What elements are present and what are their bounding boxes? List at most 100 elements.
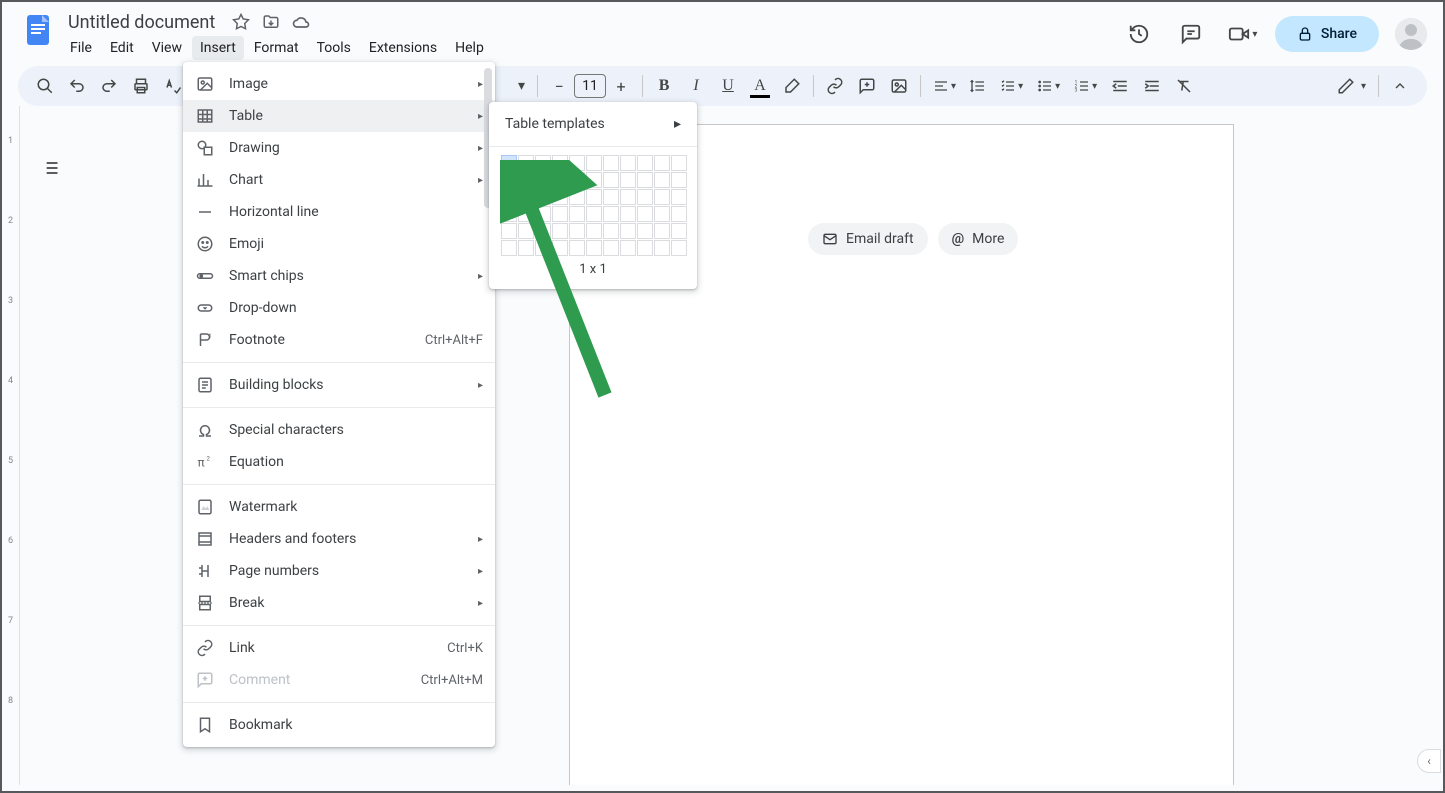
insert-special-characters[interactable]: Special characters [183,414,495,446]
grid-cell[interactable] [569,172,585,188]
grid-cell[interactable] [586,240,602,256]
grid-cell[interactable] [586,172,602,188]
grid-cell[interactable] [518,172,534,188]
numbered-list-button[interactable]: 123▾ [1068,71,1103,101]
add-comment-icon[interactable] [852,71,882,101]
grid-cell[interactable] [671,189,687,205]
text-color-button[interactable]: A [745,71,775,101]
insert-link-icon[interactable] [820,71,850,101]
grid-cell[interactable] [620,223,636,239]
line-spacing-button[interactable] [964,71,992,101]
star-icon[interactable] [231,12,251,32]
table-templates-item[interactable]: Table templates ▸ [489,108,697,140]
decrease-indent-icon[interactable] [1105,71,1135,101]
history-icon[interactable] [1119,14,1159,54]
grid-cell[interactable] [552,155,568,171]
grid-cell[interactable] [535,240,551,256]
grid-cell[interactable] [654,206,670,222]
grid-cell[interactable] [501,189,517,205]
grid-cell[interactable] [671,172,687,188]
chip-more[interactable]: @More [938,223,1019,255]
side-panel-toggle[interactable]: ‹ [1417,749,1441,773]
menu-format[interactable]: Format [246,36,307,60]
insert-equation[interactable]: π2Equation [183,446,495,478]
menu-file[interactable]: File [62,36,100,60]
insert-drawing[interactable]: Drawing▸ [183,132,495,164]
grid-cell[interactable] [654,155,670,171]
grid-cell[interactable] [535,206,551,222]
grid-cell[interactable] [620,155,636,171]
search-menus-icon[interactable] [30,71,60,101]
bulleted-list-button[interactable]: ▾ [1031,71,1066,101]
decrease-font-size[interactable]: − [544,71,574,101]
grid-cell[interactable] [671,155,687,171]
redo-icon[interactable] [94,71,124,101]
grid-cell[interactable] [586,155,602,171]
grid-cell[interactable] [637,155,653,171]
grid-cell[interactable] [518,155,534,171]
menu-tools[interactable]: Tools [309,36,359,60]
grid-cell[interactable] [603,155,619,171]
insert-watermark[interactable]: Watermark [183,491,495,523]
undo-icon[interactable] [62,71,92,101]
insert-link[interactable]: LinkCtrl+K [183,632,495,664]
grid-cell[interactable] [569,189,585,205]
grid-cell[interactable] [603,172,619,188]
menu-help[interactable]: Help [447,36,492,60]
grid-cell[interactable] [586,189,602,205]
grid-cell[interactable] [552,189,568,205]
grid-cell[interactable] [569,240,585,256]
insert-image[interactable]: Image▸ [183,68,495,100]
grid-cell[interactable] [637,172,653,188]
grid-cell[interactable] [518,223,534,239]
menu-edit[interactable]: Edit [102,36,142,60]
editing-mode-button[interactable]: ▾ [1331,71,1372,101]
user-avatar[interactable] [1395,18,1427,50]
grid-cell[interactable] [603,223,619,239]
grid-cell[interactable] [671,206,687,222]
grid-cell[interactable] [569,206,585,222]
grid-cell[interactable] [637,206,653,222]
grid-cell[interactable] [586,223,602,239]
grid-cell[interactable] [637,240,653,256]
grid-cell[interactable] [535,189,551,205]
grid-cell[interactable] [586,206,602,222]
grid-cell[interactable] [552,172,568,188]
insert-smart-chips[interactable]: Smart chips▸ [183,260,495,292]
clear-formatting-icon[interactable] [1169,71,1199,101]
grid-cell[interactable] [671,240,687,256]
grid-cell[interactable] [535,223,551,239]
insert-chart[interactable]: Chart▸ [183,164,495,196]
grid-cell[interactable] [501,206,517,222]
chip-email-draft[interactable]: Email draft [808,223,928,255]
grid-cell[interactable] [535,155,551,171]
menu-extensions[interactable]: Extensions [361,36,445,60]
grid-cell[interactable] [654,240,670,256]
grid-cell[interactable] [569,223,585,239]
grid-cell[interactable] [603,240,619,256]
grid-cell[interactable] [654,223,670,239]
insert-headers-and-footers[interactable]: Headers and footers▸ [183,523,495,555]
document-title[interactable]: Untitled document [62,10,221,35]
grid-cell[interactable] [620,240,636,256]
grid-cell[interactable] [603,189,619,205]
grid-cell[interactable] [501,172,517,188]
font-size-input[interactable] [574,74,606,98]
increase-font-size[interactable]: + [606,71,636,101]
grid-cell[interactable] [518,189,534,205]
comments-icon[interactable] [1171,14,1211,54]
font-dropdown-arrow[interactable]: ▾ [512,71,531,101]
italic-button[interactable]: I [681,71,711,101]
grid-cell[interactable] [637,189,653,205]
grid-cell[interactable] [552,223,568,239]
grid-cell[interactable] [518,240,534,256]
chip-meeting-notes[interactable] [770,223,798,255]
grid-cell[interactable] [620,206,636,222]
grid-cell[interactable] [552,240,568,256]
grid-cell[interactable] [620,172,636,188]
bold-button[interactable]: B [649,71,679,101]
grid-cell[interactable] [603,206,619,222]
menu-insert[interactable]: Insert [192,36,244,60]
insert-footnote[interactable]: 1FootnoteCtrl+Alt+F [183,324,495,356]
grid-cell[interactable] [569,155,585,171]
